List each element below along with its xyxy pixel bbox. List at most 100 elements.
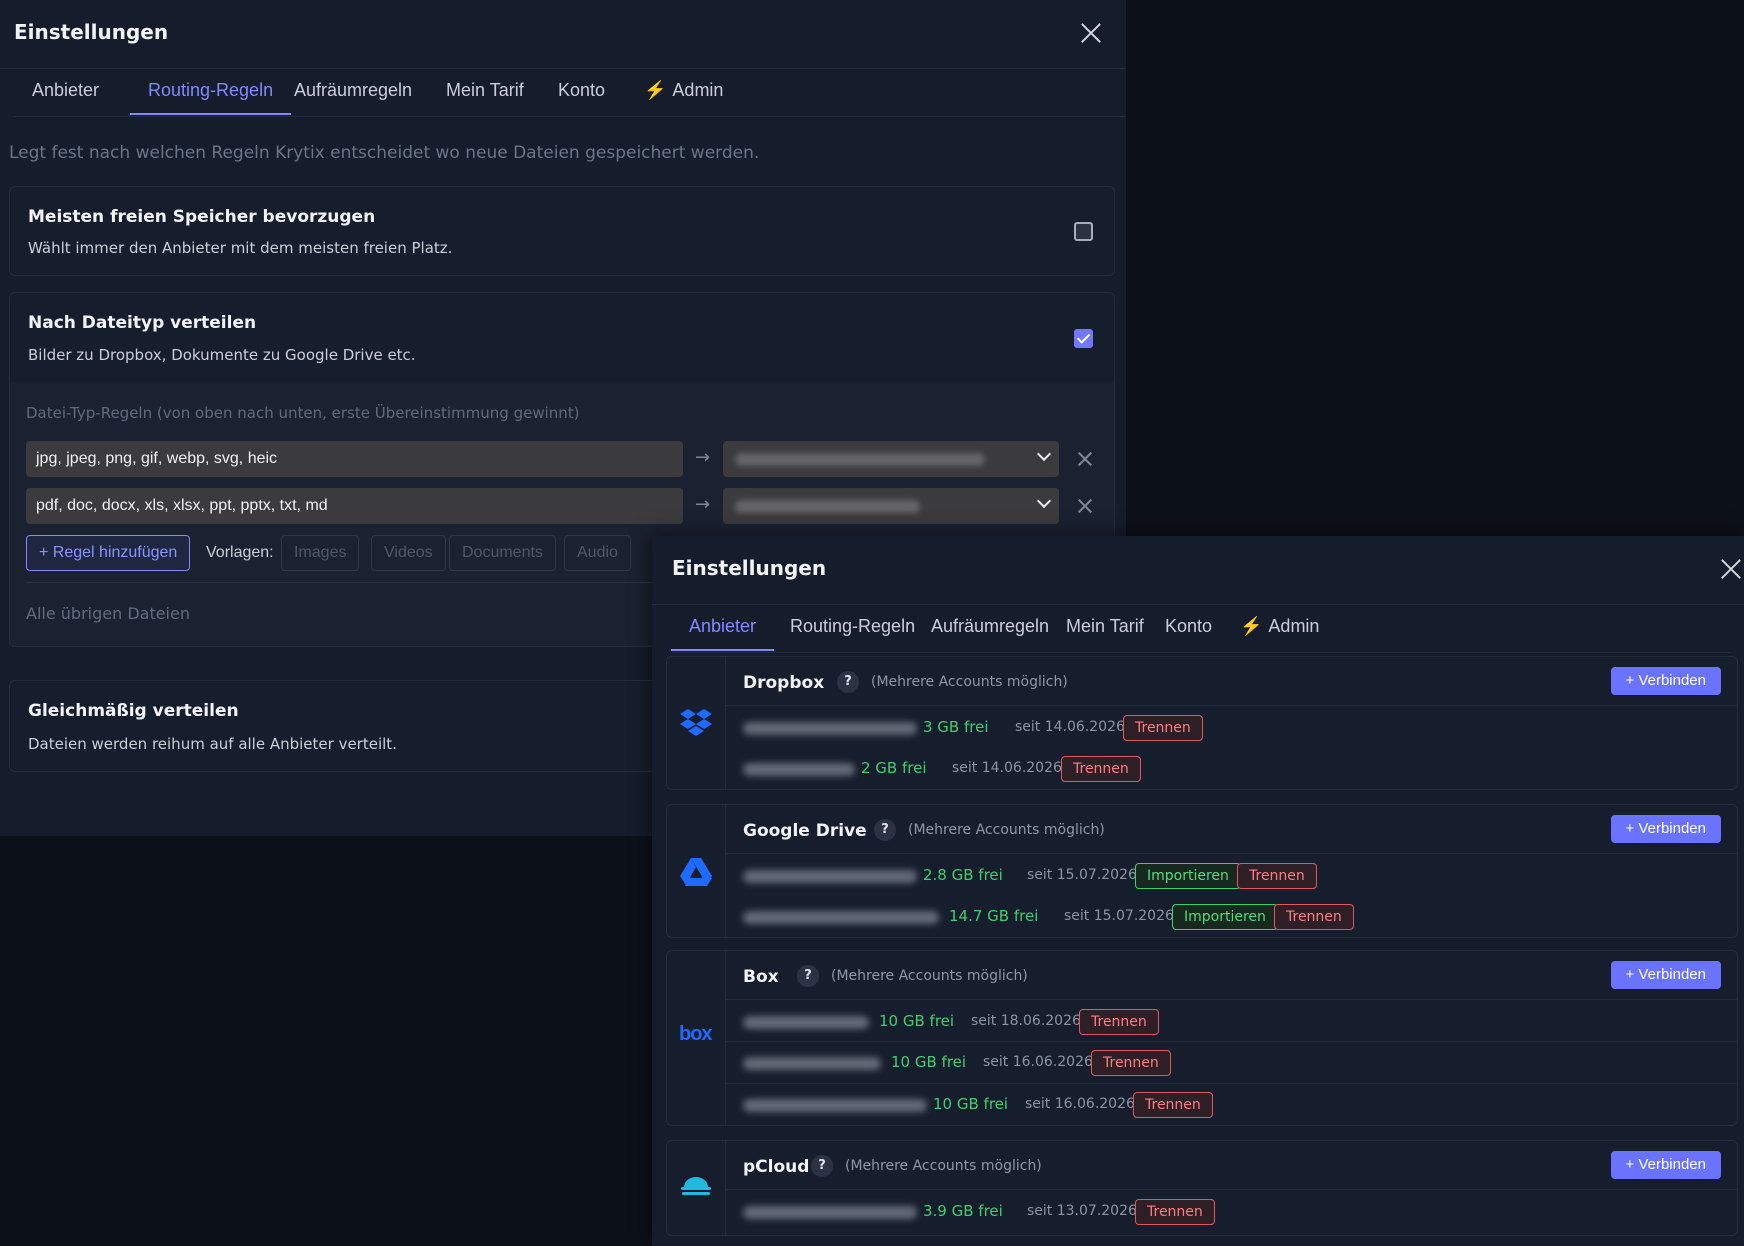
disconnect-button[interactable]: Trennen	[1237, 863, 1317, 889]
redacted-account	[743, 722, 917, 735]
rule-arrow: →	[695, 447, 711, 468]
multi-accounts-label: (Mehrere Accounts möglich)	[908, 822, 1105, 838]
tab-mein-tarif[interactable]: Mein Tarif	[1066, 616, 1144, 649]
help-icon[interactable]: ?	[797, 965, 819, 987]
connected-since: seit 18.06.2026	[971, 1013, 1081, 1029]
dialog-header: Einstellungen	[652, 536, 1744, 605]
connected-since: seit 14.06.2026	[1015, 719, 1125, 735]
template-documents-button[interactable]: Documents	[449, 535, 556, 571]
connected-since: seit 15.07.2026	[1027, 867, 1137, 883]
most-free-space-checkbox[interactable]	[1074, 222, 1093, 241]
tab-admin-label: Admin	[1268, 616, 1320, 636]
divider	[726, 1189, 1737, 1190]
option-title: Nach Dateityp verteilen	[28, 313, 257, 333]
free-space: 10 GB frei	[879, 1012, 955, 1030]
tab-admin[interactable]: ⚡ Admin	[644, 80, 723, 113]
redacted-account	[735, 500, 920, 513]
redacted-account	[743, 1057, 881, 1070]
connect-button[interactable]: + Verbinden	[1610, 815, 1721, 843]
provider-name: pCloud	[743, 1157, 810, 1177]
by-filetype-checkbox[interactable]	[1074, 329, 1093, 348]
provider-card-dropbox: Dropbox ? (Mehrere Accounts möglich) + V…	[666, 656, 1738, 790]
pcloud-icon	[681, 1177, 711, 1195]
rule-target-select[interactable]	[723, 441, 1059, 477]
lightning-icon: ⚡	[1240, 616, 1263, 636]
import-button[interactable]: Importieren	[1135, 863, 1241, 889]
option-desc: Wählt immer den Anbieter mit dem meisten…	[28, 239, 453, 257]
rule-extensions-input[interactable]: pdf, doc, docx, xls, xlsx, ppt, pptx, tx…	[26, 488, 683, 524]
option-by-filetype: Nach Dateityp verteilen Bilder zu Dropbo…	[9, 292, 1115, 384]
provider-icon-column	[667, 657, 726, 789]
provider-name: Google Drive	[743, 821, 867, 841]
connected-since: seit 14.06.2026	[952, 760, 1062, 776]
provider-icon-column: box	[667, 951, 726, 1125]
rule-target-select[interactable]	[723, 488, 1059, 524]
tab-bar: Anbieter Routing-Regeln Aufräumregeln Me…	[14, 68, 1126, 117]
connect-button[interactable]: + Verbinden	[1610, 1151, 1721, 1179]
tab-konto[interactable]: Konto	[1165, 616, 1212, 649]
tab-bar: Anbieter Routing-Regeln Aufräumregeln Me…	[671, 604, 1730, 653]
free-space: 2.8 GB frei	[923, 866, 1003, 884]
provider-icon-column	[667, 805, 726, 937]
provider-icon-column	[667, 1141, 726, 1235]
divider	[726, 705, 1737, 706]
add-rule-button[interactable]: + Regel hinzufügen	[26, 535, 191, 571]
help-icon[interactable]: ?	[837, 671, 859, 693]
close-icon[interactable]	[1078, 20, 1104, 46]
rest-files-label: Alle übrigen Dateien	[26, 604, 190, 623]
chevron-down-icon	[1036, 493, 1052, 509]
redacted-account	[743, 870, 917, 883]
remove-rule-icon[interactable]	[1076, 450, 1094, 468]
disconnect-button[interactable]: Trennen	[1274, 904, 1354, 930]
option-most-free-space: Meisten freien Speicher bevorzugen Wählt…	[9, 186, 1115, 276]
disconnect-button[interactable]: Trennen	[1061, 756, 1141, 782]
help-icon[interactable]: ?	[811, 1155, 833, 1177]
provider-card-box: box Box ? (Mehrere Accounts möglich) + V…	[666, 950, 1738, 1126]
free-space: 10 GB frei	[933, 1095, 1009, 1113]
disconnect-button[interactable]: Trennen	[1123, 715, 1203, 741]
connect-button[interactable]: + Verbinden	[1610, 667, 1721, 695]
option-title: Meisten freien Speicher bevorzugen	[28, 207, 376, 227]
close-icon[interactable]	[1718, 556, 1744, 582]
tab-routing-regeln[interactable]: Routing-Regeln	[130, 80, 292, 115]
connected-since: seit 16.06.2026	[983, 1054, 1093, 1070]
redacted-account	[743, 1206, 917, 1219]
disconnect-button[interactable]: Trennen	[1135, 1199, 1215, 1225]
provider-name: Box	[743, 967, 779, 987]
disconnect-button[interactable]: Trennen	[1079, 1009, 1159, 1035]
template-audio-button[interactable]: Audio	[564, 535, 631, 571]
disconnect-button[interactable]: Trennen	[1133, 1092, 1213, 1118]
box-icon: box	[679, 1023, 713, 1045]
divider	[726, 853, 1737, 854]
tab-admin[interactable]: ⚡ Admin	[1240, 616, 1319, 649]
tab-konto[interactable]: Konto	[558, 80, 605, 113]
lightning-icon: ⚡	[644, 80, 667, 100]
rule-extensions-input[interactable]: jpg, jpeg, png, gif, webp, svg, heic	[26, 441, 683, 477]
connect-button[interactable]: + Verbinden	[1610, 961, 1721, 989]
redacted-account	[743, 1016, 869, 1029]
divider	[726, 999, 1737, 1000]
help-icon[interactable]: ?	[874, 819, 896, 841]
disconnect-button[interactable]: Trennen	[1091, 1050, 1171, 1076]
tab-mein-tarif[interactable]: Mein Tarif	[446, 80, 524, 113]
free-space: 14.7 GB frei	[949, 907, 1039, 925]
dialog-title: Einstellungen	[672, 556, 827, 580]
divider	[726, 1083, 1737, 1084]
dialog-title: Einstellungen	[14, 20, 169, 44]
rules-hint: Datei-Typ-Regeln (von oben nach unten, e…	[26, 404, 580, 422]
template-images-button[interactable]: Images	[281, 535, 360, 571]
dialog-header: Einstellungen	[0, 0, 1126, 69]
template-videos-button[interactable]: Videos	[371, 535, 446, 571]
dropbox-icon	[680, 709, 712, 736]
tab-routing-regeln[interactable]: Routing-Regeln	[790, 616, 915, 649]
remove-rule-icon[interactable]	[1076, 497, 1094, 515]
redacted-account	[743, 1099, 927, 1112]
tab-anbieter[interactable]: Anbieter	[671, 616, 775, 651]
import-button[interactable]: Importieren	[1172, 904, 1278, 930]
tab-aufraeumregeln[interactable]: Aufräumregeln	[294, 80, 412, 113]
tab-aufraeumregeln[interactable]: Aufräumregeln	[931, 616, 1049, 649]
tab-anbieter[interactable]: Anbieter	[32, 80, 99, 113]
connected-since: seit 16.06.2026	[1025, 1096, 1135, 1112]
templates-label: Vorlagen:	[206, 544, 274, 561]
connected-since: seit 13.07.2026	[1027, 1203, 1137, 1219]
